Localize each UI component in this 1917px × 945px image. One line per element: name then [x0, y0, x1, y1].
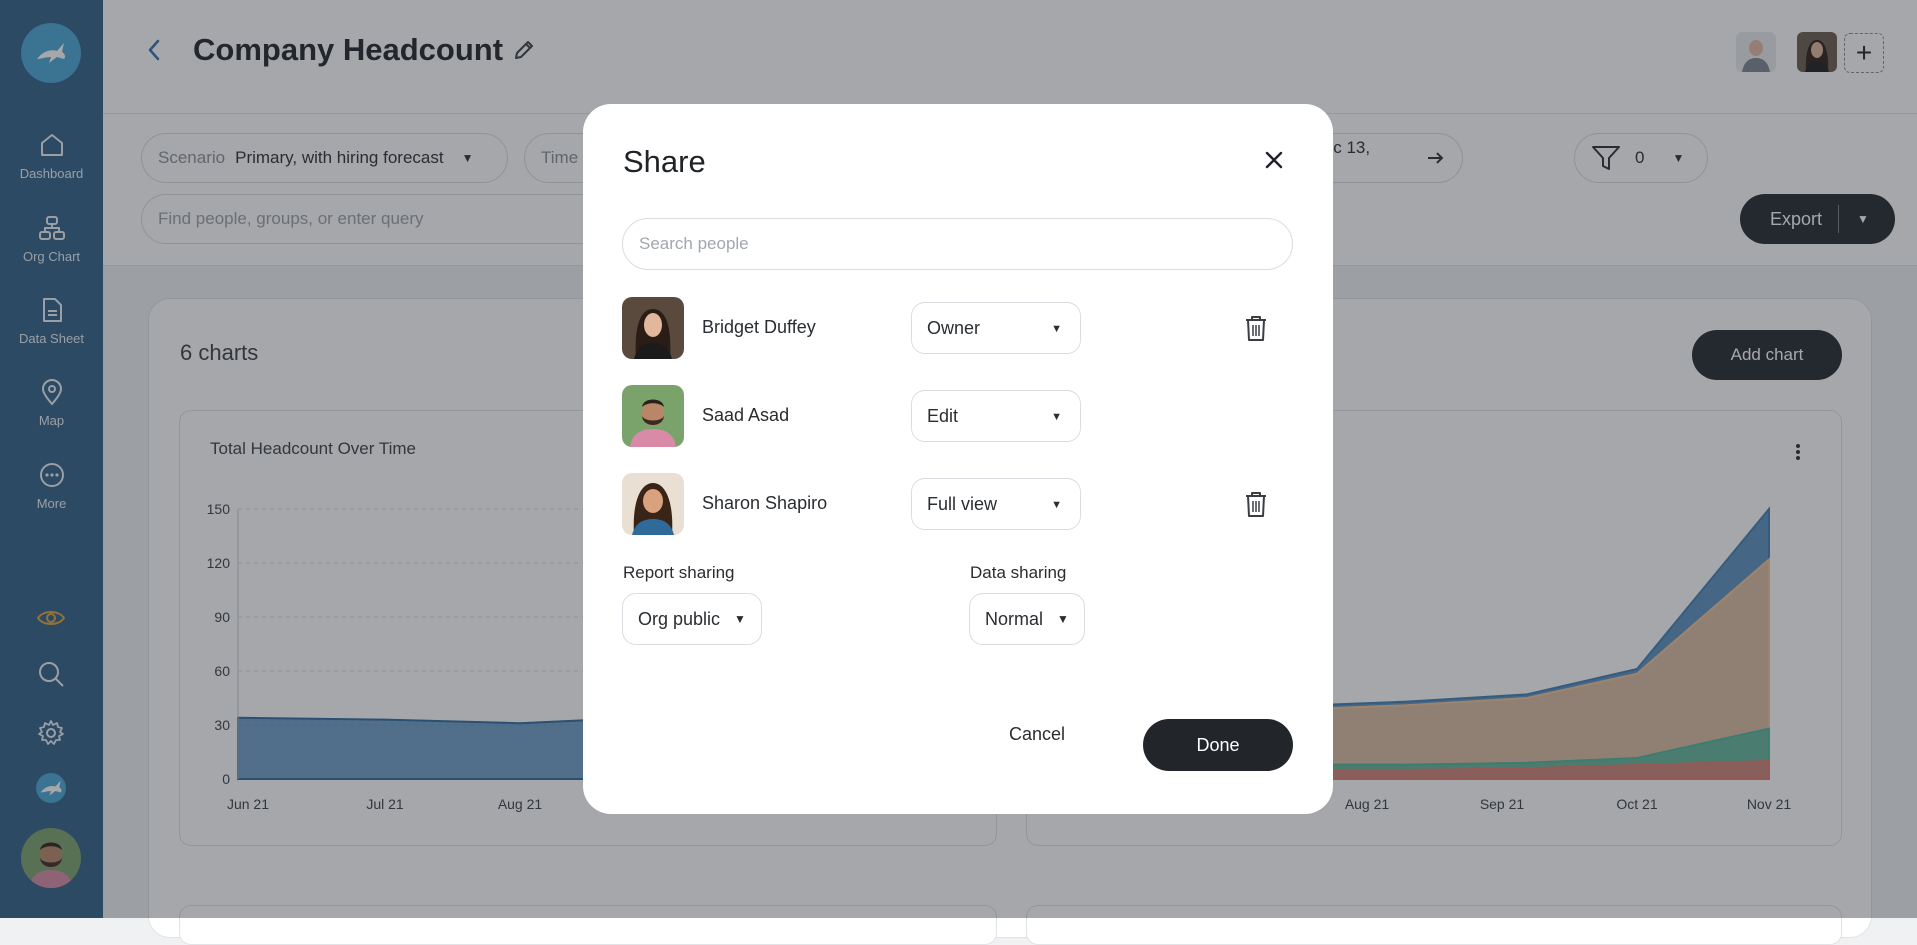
- caret-down-icon: ▼: [1051, 411, 1062, 423]
- avatar-image: [622, 385, 684, 447]
- shared-person-row: Saad Asad Edit ▼: [622, 385, 1293, 447]
- modal-title: Share: [623, 144, 706, 179]
- caret-down-icon: ▼: [1051, 499, 1062, 511]
- data-sharing-select[interactable]: Normal ▼: [969, 593, 1085, 645]
- avatar-image: [622, 297, 684, 359]
- data-sharing-label: Data sharing: [970, 563, 1067, 582]
- report-sharing-select[interactable]: Org public ▼: [622, 593, 762, 645]
- cancel-button[interactable]: Cancel: [1009, 724, 1065, 745]
- role-value: Owner: [927, 317, 981, 338]
- share-modal: Share Search people Bridget Duffey Owner…: [583, 104, 1333, 814]
- report-sharing-label: Report sharing: [623, 563, 735, 582]
- shared-person-row: Sharon Shapiro Full view ▼: [622, 473, 1293, 535]
- trash-icon[interactable]: [1242, 489, 1270, 519]
- trash-icon[interactable]: [1242, 313, 1270, 343]
- role-value: Full view: [927, 493, 998, 514]
- caret-down-icon: ▼: [734, 612, 746, 626]
- person-avatar: [622, 297, 684, 359]
- report-sharing-value: Org public: [638, 608, 721, 629]
- person-avatar: [622, 385, 684, 447]
- person-name: Sharon Shapiro: [702, 493, 828, 513]
- avatar-image: [622, 473, 684, 535]
- caret-down-icon: ▼: [1051, 323, 1062, 335]
- role-value: Edit: [927, 405, 959, 426]
- role-select[interactable]: Owner ▼: [911, 302, 1081, 354]
- search-people-input[interactable]: Search people: [622, 218, 1293, 270]
- role-select[interactable]: Full view ▼: [911, 478, 1081, 530]
- shared-person-row: Bridget Duffey Owner ▼: [622, 297, 1293, 359]
- done-button[interactable]: Done: [1143, 719, 1293, 771]
- person-name: Bridget Duffey: [702, 317, 816, 337]
- data-sharing-value: Normal: [985, 608, 1044, 629]
- person-name: Saad Asad: [702, 405, 790, 425]
- close-icon[interactable]: [1262, 148, 1286, 172]
- caret-down-icon: ▼: [1057, 612, 1069, 626]
- role-select[interactable]: Edit ▼: [911, 390, 1081, 442]
- person-avatar: [622, 473, 684, 535]
